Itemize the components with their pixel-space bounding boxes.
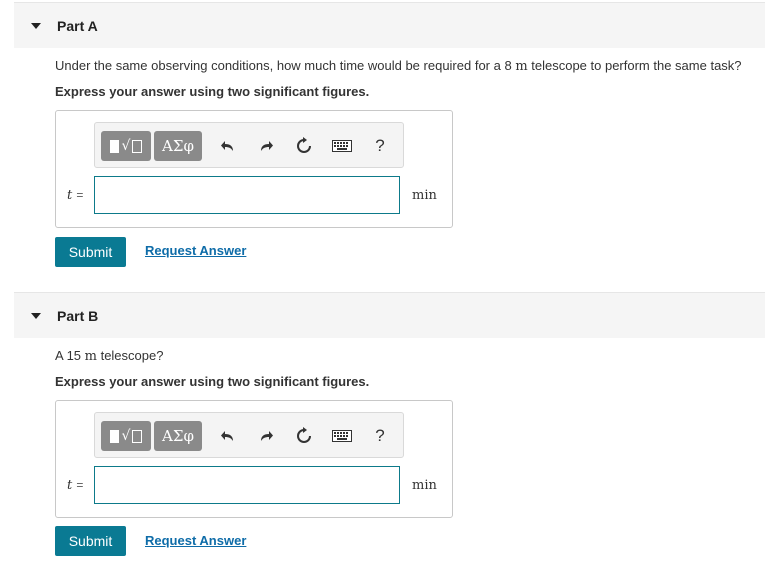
collapse-caret-icon[interactable]	[31, 312, 41, 319]
template-box-icon	[109, 139, 119, 153]
part-a-submit-button[interactable]: Submit	[55, 237, 126, 267]
part-b-answer-input[interactable]	[94, 466, 400, 504]
collapse-caret-icon[interactable]	[31, 22, 41, 29]
reset-icon[interactable]	[291, 423, 317, 449]
part-a-request-answer-link[interactable]: Request Answer	[145, 243, 246, 258]
part-a-answer-input[interactable]	[94, 176, 400, 214]
unit-label: min	[412, 188, 437, 203]
math-toolbar: √ ΑΣφ ?	[94, 122, 404, 168]
part-a-instruction: Express your answer using two significan…	[55, 84, 370, 99]
template-box-icon	[132, 139, 143, 153]
variable-label: t =	[67, 478, 84, 493]
unit-label: min	[412, 478, 437, 493]
greek-symbols-button[interactable]: ΑΣφ	[154, 131, 202, 161]
templates-button[interactable]: √	[101, 421, 151, 451]
sqrt-icon: √	[121, 138, 131, 154]
help-button[interactable]: ?	[367, 423, 393, 449]
part-a-answer-box: √ ΑΣφ ? t = min	[55, 110, 453, 228]
math-toolbar: √ ΑΣφ ?	[94, 412, 404, 458]
part-b-request-answer-link[interactable]: Request Answer	[145, 533, 246, 548]
reset-icon[interactable]	[291, 133, 317, 159]
part-a-question: Under the same observing conditions, how…	[55, 58, 742, 74]
redo-arrow-icon[interactable]	[253, 133, 279, 159]
part-b-title: Part B	[57, 307, 99, 324]
keyboard-icon[interactable]	[329, 423, 355, 449]
undo-arrow-icon[interactable]	[215, 133, 241, 159]
part-a-title: Part A	[57, 17, 98, 34]
part-b-question: A 15 m telescope?	[55, 348, 164, 364]
help-button[interactable]: ?	[367, 133, 393, 159]
template-box-icon	[109, 429, 119, 443]
undo-arrow-icon[interactable]	[215, 423, 241, 449]
greek-symbols-button[interactable]: ΑΣφ	[154, 421, 202, 451]
template-box-icon	[132, 429, 143, 443]
templates-button[interactable]: √	[101, 131, 151, 161]
redo-arrow-icon[interactable]	[253, 423, 279, 449]
part-b-submit-button[interactable]: Submit	[55, 526, 126, 556]
part-a-header[interactable]: Part A	[14, 2, 765, 48]
part-b-answer-box: √ ΑΣφ ? t = min	[55, 400, 453, 518]
sqrt-icon: √	[121, 428, 131, 444]
part-b-header[interactable]: Part B	[14, 292, 765, 338]
part-b-instruction: Express your answer using two significan…	[55, 374, 370, 389]
keyboard-icon[interactable]	[329, 133, 355, 159]
variable-label: t =	[67, 188, 84, 203]
